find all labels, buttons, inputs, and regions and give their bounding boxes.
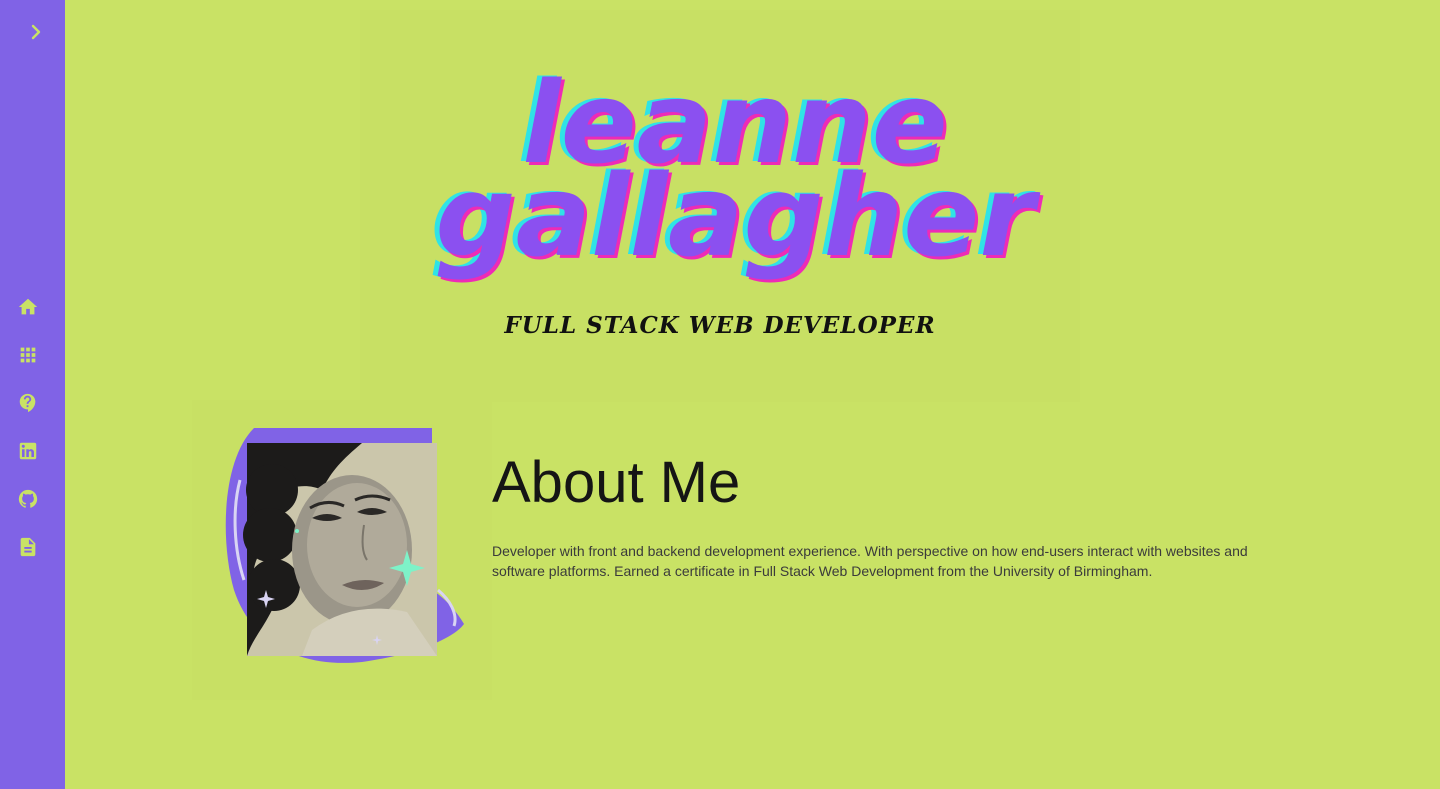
github-icon[interactable] [16, 487, 40, 511]
job-title: FULL STACK WEB DEVELOPER [504, 312, 936, 339]
profile-photo [192, 400, 492, 700]
about-description: Developer with front and backend develop… [492, 543, 1248, 579]
home-icon[interactable] [16, 295, 40, 319]
name-line2: gallagher [435, 152, 1041, 282]
linkedin-icon[interactable] [16, 439, 40, 463]
sidebar [0, 0, 65, 789]
apps-grid-icon[interactable] [16, 343, 40, 367]
help-icon[interactable] [16, 391, 40, 415]
hero-banner: leanne leanne leanne gallagher gallagher… [360, 10, 1080, 402]
name-logo: leanne leanne leanne gallagher gallagher… [430, 58, 1044, 285]
chevron-right-icon[interactable] [24, 20, 48, 44]
about-heading: About Me [492, 450, 741, 515]
document-icon[interactable] [16, 535, 40, 559]
